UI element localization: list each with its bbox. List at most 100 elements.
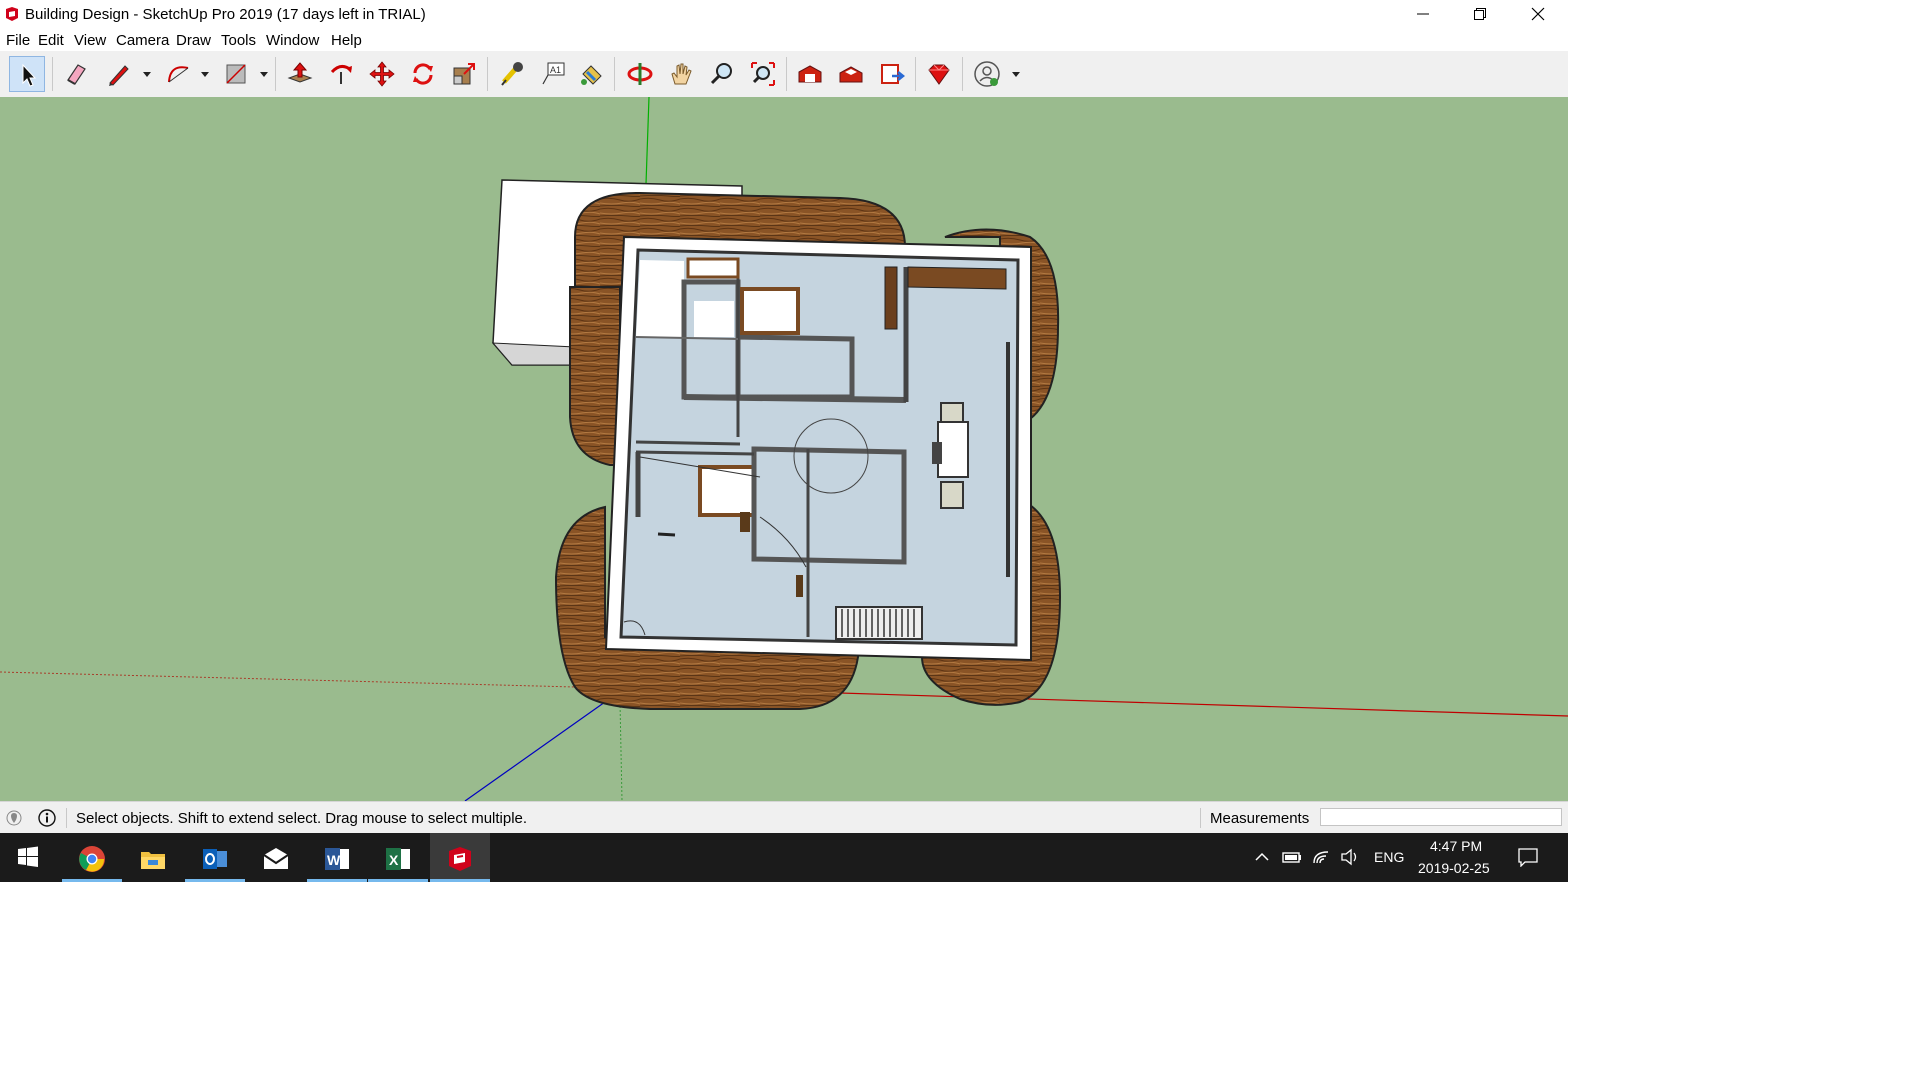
toolbar: A1	[0, 51, 1568, 98]
taskbar-file-explorer[interactable]	[123, 833, 183, 882]
extension-warehouse-button[interactable]	[833, 56, 869, 92]
chevron-down-icon[interactable]	[1011, 69, 1021, 79]
account-button[interactable]	[969, 56, 1005, 92]
rectangle-icon	[226, 64, 246, 84]
status-divider	[66, 808, 67, 828]
zoom-extents-tool-button[interactable]	[745, 56, 781, 92]
restore-icon	[1474, 8, 1486, 20]
arc-tool-button[interactable]	[160, 56, 196, 92]
door-fixture	[796, 575, 803, 597]
status-divider	[1200, 808, 1201, 828]
scale-tool-button[interactable]	[446, 56, 482, 92]
menu-help[interactable]: Help	[331, 32, 362, 49]
sketchup-app-icon	[6, 7, 18, 21]
menu-draw[interactable]: Draw	[176, 32, 211, 49]
armchair-2[interactable]	[940, 481, 964, 509]
green-axis-negative	[619, 701, 623, 801]
toolbar-separator	[786, 57, 787, 91]
send-to-layout-button[interactable]	[874, 56, 910, 92]
clock-time[interactable]: 4:47 PM	[1430, 838, 1482, 854]
move-tool-button[interactable]	[364, 56, 400, 92]
push-pull-tool-button[interactable]	[282, 56, 318, 92]
bed-2[interactable]	[686, 257, 740, 279]
menu-view[interactable]: View	[74, 32, 106, 49]
pan-tool-button[interactable]	[663, 56, 699, 92]
green-axis	[645, 97, 650, 185]
3d-warehouse-button[interactable]	[792, 56, 828, 92]
rectangle-tool-button[interactable]	[218, 56, 254, 92]
bed-1[interactable]	[740, 287, 800, 335]
nightstand	[740, 512, 750, 532]
close-button[interactable]	[1510, 0, 1568, 29]
orbit-tool-button[interactable]	[622, 56, 658, 92]
windows-logo-icon	[18, 846, 38, 867]
select-tool-button[interactable]	[9, 56, 45, 92]
windows-taskbar: W X ENG 4:47 PM 2019-02-25	[0, 833, 1568, 882]
eraser-tool-button[interactable]	[58, 56, 94, 92]
eraser-icon	[67, 64, 86, 85]
geo-location-icon[interactable]	[6, 810, 22, 826]
paint-bucket-tool-button[interactable]	[573, 56, 609, 92]
menu-bar: File Edit View Camera Draw Tools Window …	[0, 29, 1568, 51]
start-button[interactable]	[0, 833, 60, 882]
taskbar-sketchup[interactable]	[430, 833, 490, 882]
measurements-input[interactable]	[1320, 808, 1562, 826]
excel-icon: X	[386, 848, 410, 870]
info-icon[interactable]	[38, 809, 56, 827]
taskbar-word[interactable]: W	[307, 833, 367, 882]
chevron-down-icon[interactable]	[259, 69, 269, 79]
window-frame-right	[1006, 342, 1010, 577]
menu-edit[interactable]: Edit	[38, 32, 64, 49]
text-tool-button[interactable]: A1	[535, 56, 571, 92]
tape-measure-tool-button[interactable]	[494, 56, 530, 92]
wifi-icon[interactable]	[1312, 848, 1332, 866]
bed-3[interactable]	[694, 301, 734, 337]
taskbar-excel[interactable]: X	[368, 833, 428, 882]
menu-tools[interactable]: Tools	[221, 32, 256, 49]
staircase[interactable]	[835, 606, 923, 640]
wardrobe-1[interactable]	[884, 266, 898, 330]
arrow-cursor-icon	[22, 63, 37, 87]
clock-date[interactable]: 2019-02-25	[1418, 860, 1490, 876]
toolbar-separator	[962, 57, 963, 91]
status-bar: Select objects. Shift to extend select. …	[0, 801, 1568, 834]
toolbar-separator	[614, 57, 615, 91]
taskbar-mail[interactable]	[246, 833, 306, 882]
battery-icon[interactable]	[1281, 849, 1303, 865]
minimize-button[interactable]	[1395, 0, 1453, 29]
word-icon: W	[325, 848, 349, 870]
tape-measure-icon	[501, 62, 523, 86]
model-viewport[interactable]	[0, 97, 1568, 801]
pencil-tool-button[interactable]	[101, 56, 137, 92]
running-indicator	[62, 879, 122, 882]
taskbar-chrome[interactable]	[62, 833, 122, 882]
user-account-icon	[974, 61, 1000, 87]
menu-camera[interactable]: Camera	[116, 32, 169, 49]
chair-3[interactable]	[932, 442, 942, 464]
volume-icon[interactable]	[1340, 848, 1360, 866]
menu-file[interactable]: File	[6, 32, 30, 49]
kitchen-counter[interactable]	[907, 266, 1007, 290]
model-canvas[interactable]	[0, 97, 1568, 801]
chevron-down-icon[interactable]	[142, 69, 152, 79]
interior-wall-mid	[635, 440, 741, 446]
zoom-tool-button[interactable]	[704, 56, 740, 92]
push-pull-icon	[287, 62, 313, 83]
extension-manager-button[interactable]	[921, 56, 957, 92]
rotate-tool-button[interactable]	[405, 56, 441, 92]
outlook-icon	[203, 849, 227, 869]
chevron-down-icon[interactable]	[200, 69, 210, 79]
taskbar-outlook[interactable]	[185, 833, 245, 882]
menu-window[interactable]: Window	[266, 32, 319, 49]
follow-me-tool-button[interactable]	[323, 56, 359, 92]
dining-table[interactable]	[937, 421, 969, 478]
restore-button[interactable]	[1452, 0, 1510, 29]
chevron-up-icon[interactable]	[1254, 850, 1270, 864]
magnifier-icon	[710, 63, 732, 85]
window-title: Building Design - SketchUp Pro 2019 (17 …	[25, 6, 426, 23]
toolbar-separator	[487, 57, 488, 91]
input-language[interactable]: ENG	[1374, 849, 1404, 865]
roof-wood-left-upper[interactable]	[569, 286, 621, 466]
notification-icon[interactable]	[1517, 847, 1539, 867]
layout-icon	[881, 64, 906, 84]
